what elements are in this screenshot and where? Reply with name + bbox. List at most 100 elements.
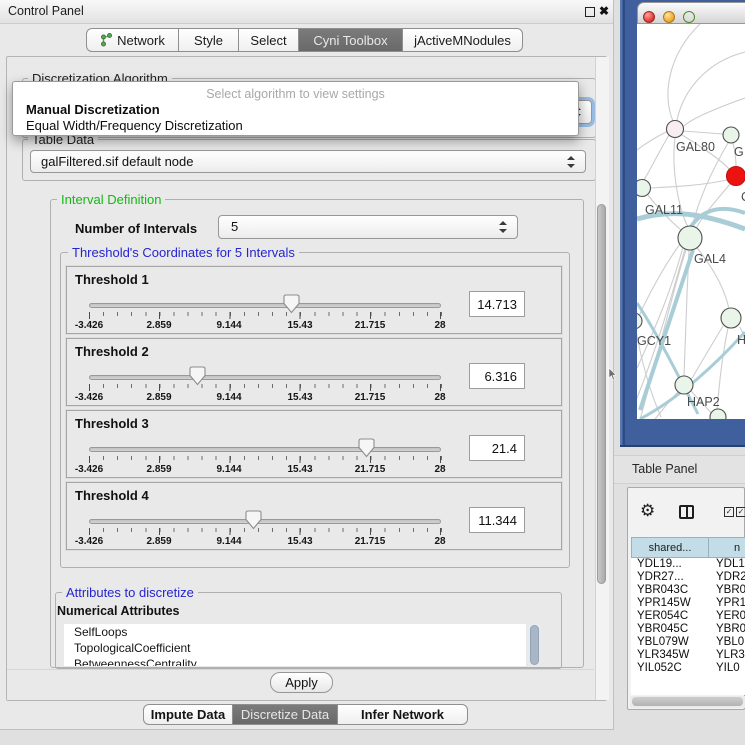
tick-label: 28 [434,320,445,331]
menu-item-equal-width-frequency[interactable]: Equal Width/Frequency Discretization [26,118,243,133]
column-header-name[interactable]: n [708,537,745,558]
cell-name: YBL0 [716,636,744,649]
threshold-4-slider-track[interactable] [89,519,441,524]
cell-shared-name: YBL079W [637,636,689,649]
threshold-2-value-field[interactable]: 6.316 [469,363,525,389]
panel-scrollbar-thumb[interactable] [597,204,606,584]
combo-stepper-icon [498,221,507,233]
node-bottom[interactable] [710,409,726,419]
checkbox-icon[interactable]: ✓ [724,507,734,517]
tick-label: 21.715 [355,392,386,403]
threshold-4-value-field[interactable]: 11.344 [469,507,525,533]
tab-cyni-toolbox[interactable]: Cyni Toolbox [298,28,403,52]
number-of-intervals-combo[interactable]: 5 [218,215,518,239]
tab-style[interactable]: Style [178,28,239,52]
apply-button[interactable]: Apply [270,672,333,693]
float-window-icon[interactable] [585,7,595,17]
cell-name: YPR1 [716,597,745,610]
table-data-combo-value: galFiltered.sif default node [41,154,193,169]
slider-thumb[interactable] [283,294,300,314]
threshold-1-panel: Threshold 1 -3.426 2.859 9.144 15.43 21.… [66,266,562,334]
node-hap2[interactable] [675,376,693,394]
table-row[interactable]: YDL19...YDL1 [631,558,745,571]
tick-label: -3.426 [75,392,103,403]
cell-shared-name: YBR043C [637,584,688,597]
cell-shared-name: YDL19... [637,558,682,571]
node-h[interactable] [721,308,741,328]
tab-network[interactable]: Network [86,28,179,52]
node-red[interactable] [727,167,745,186]
tick-label: 2.859 [146,464,171,475]
table-row[interactable]: YBL079W YBL0 [631,636,745,649]
numerical-attributes-list[interactable]: SelfLoops TopologicalCoefficient Between… [64,624,526,666]
table-hscrollbar-thumb[interactable] [632,697,743,706]
table-panel-title: Table Panel [632,462,697,476]
tick-label: 9.144 [216,392,241,403]
tab-network-label: Network [117,33,165,48]
cell-name: YBR0 [716,623,745,636]
node-label: GAL4 [694,252,726,266]
table-row[interactable]: YBR045C YBR0 [631,623,745,636]
tab-discretize-data[interactable]: Discretize Data [232,704,338,725]
list-item[interactable]: TopologicalCoefficient [64,640,526,656]
threshold-4-panel: Threshold 4 -3.426 2.859 9.144 15.43 21.… [66,482,562,550]
table-row[interactable]: YDR27...YDR2 [631,571,745,584]
threshold-3-panel: Threshold 3 -3.426 2.859 9.144 15.43 21.… [66,410,562,478]
cell-shared-name: YBR045C [637,623,688,636]
node-gal80[interactable] [667,121,684,138]
panel-title: Control Panel [8,4,84,18]
tick-label: 15.43 [287,320,312,331]
threshold-4-label: Threshold 4 [75,488,149,503]
list-item[interactable]: BetweennessCentrality [64,656,526,666]
menu-item-manual-discretization[interactable]: Manual Discretization [26,102,160,117]
cell-name: YIL0 [716,662,740,675]
tab-jactivemnodules[interactable]: jActiveMNodules [402,28,523,52]
table-row[interactable]: YIL052CYIL0 [631,662,745,675]
threshold-1-slider-track[interactable] [89,303,441,308]
tab-impute-data-label: Impute Data [151,707,225,722]
table-row[interactable]: YBR043CYBR0 [631,584,745,597]
table-row[interactable]: YER054CYER0 [631,610,745,623]
cell-shared-name: YER054C [637,610,688,623]
node-top-right[interactable] [723,127,739,143]
slider-thumb[interactable] [358,438,375,458]
cell-shared-name: YLR345W [637,649,689,662]
split-columns-icon[interactable] [679,505,694,519]
slider-thumb[interactable] [189,366,206,386]
column-header-shared-name[interactable]: shared... [631,537,709,558]
group-thresholds-title: Threshold's Coordinates for 5 Intervals [68,245,299,260]
list-scrollbar-thumb[interactable] [530,625,539,665]
threshold-3-slider-track[interactable] [89,447,441,452]
tab-select[interactable]: Select [238,28,299,52]
gear-icon[interactable]: ⚙ [640,501,655,521]
network-canvas[interactable]: GAL80 G C GAL11 GAL4 GCY1 H HAP2 [637,24,745,419]
tick-label: -3.426 [75,464,103,475]
tick-label: 28 [434,392,445,403]
algorithm-dropdown-popup: Select algorithm to view settings Manual… [12,81,579,136]
node-gal4[interactable] [678,226,702,250]
tab-infer-network[interactable]: Infer Network [337,704,468,725]
list-item[interactable]: SelfLoops [64,624,526,640]
mouse-cursor [608,368,617,381]
tab-impute-data[interactable]: Impute Data [143,704,233,725]
threshold-3-value-field[interactable]: 21.4 [469,435,525,461]
checkbox-icon[interactable]: ✓ [736,507,745,517]
tick-label: 28 [434,536,445,547]
threshold-1-value-field[interactable]: 14.713 [469,291,525,317]
close-icon[interactable]: ✖ [599,4,609,18]
threshold-2-slider-track[interactable] [89,375,441,380]
node-gcy1[interactable] [637,313,642,329]
frame-shadow-line [623,0,625,445]
node-label: H [737,333,745,347]
zoom-traffic-light[interactable] [683,11,695,23]
frame-highlight [620,0,622,445]
node-gal11[interactable] [637,180,651,197]
table-row[interactable]: YLR345WYLR3 [631,649,745,662]
control-panel-titlebar: Control Panel ✖ [0,0,613,24]
minimize-traffic-light[interactable] [663,11,675,23]
close-traffic-light[interactable] [643,11,655,23]
slider-thumb[interactable] [245,510,262,530]
table-data-combo[interactable]: galFiltered.sif default node [30,150,586,173]
table-row[interactable]: YPR145WYPR1 [631,597,745,610]
tab-infer-network-label: Infer Network [361,707,444,722]
